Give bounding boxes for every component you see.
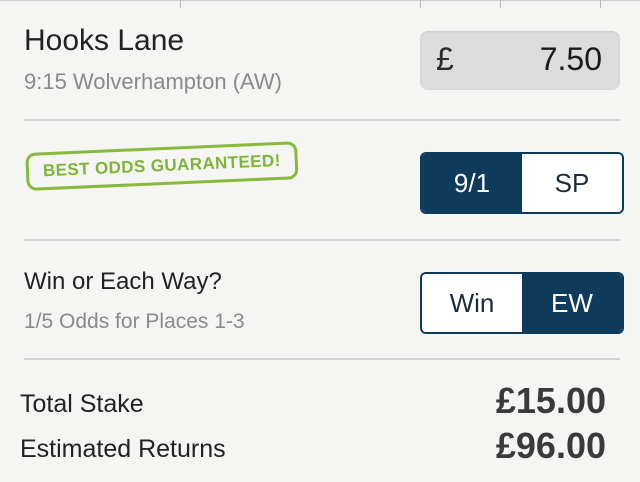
- odds-price-button[interactable]: 9/1: [422, 154, 522, 212]
- estimated-returns-value: £96.00: [495, 425, 606, 466]
- estimated-returns-label: Estimated Returns: [20, 435, 226, 463]
- race-info: 9:15 Wolverhampton (AW): [24, 69, 282, 94]
- bet-type-question: Win or Each Way?: [24, 268, 222, 295]
- selection-name: Hooks Lane: [24, 24, 185, 57]
- bet-type-toggle: Win EW: [420, 272, 624, 334]
- stake-amount: 7.50: [539, 41, 602, 77]
- border-tick: [500, 0, 501, 8]
- total-stake-value: £15.00: [495, 380, 606, 421]
- currency-symbol: £: [436, 41, 454, 77]
- border-tick: [420, 0, 421, 8]
- each-way-terms: 1/5 Odds for Places 1-3: [24, 310, 245, 333]
- divider: [24, 239, 620, 241]
- each-way-button[interactable]: EW: [522, 274, 622, 332]
- promo-badge-wrap: BEST ODDS GUARANTEED!: [25, 141, 299, 191]
- border-tick: [180, 0, 181, 8]
- odds-toggle: 9/1 SP: [420, 152, 624, 214]
- divider: [24, 358, 620, 360]
- divider: [24, 119, 620, 121]
- border-tick: [600, 0, 601, 8]
- top-border: [0, 0, 640, 1]
- odds-sp-button[interactable]: SP: [522, 154, 622, 212]
- win-button[interactable]: Win: [422, 274, 522, 332]
- stake-input[interactable]: £ 7.50: [420, 31, 620, 90]
- best-odds-guaranteed-badge: BEST ODDS GUARANTEED!: [25, 141, 299, 191]
- total-stake-label: Total Stake: [20, 390, 144, 418]
